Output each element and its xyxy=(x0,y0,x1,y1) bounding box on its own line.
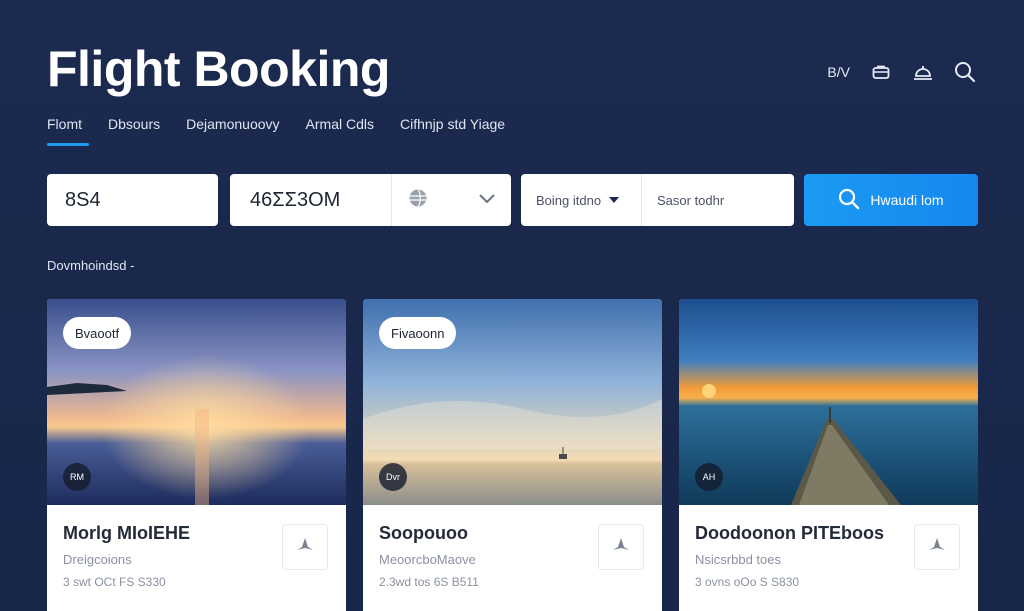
plane-icon xyxy=(928,537,946,558)
destination-photo: Bvaootf RM xyxy=(47,299,346,505)
tab-flights[interactable]: Flomt xyxy=(47,116,89,146)
card-price: 2.3wd tos 6S B511 xyxy=(379,575,479,589)
tab-bar: Flomt Dbsours Dejamonuoovy Armal Cdls Ci… xyxy=(47,116,531,146)
card-price: 3 ovns oOo S S830 xyxy=(695,575,800,589)
search-button-label: Hwaudi lom xyxy=(870,192,944,208)
destination-card[interactable]: Fivaoonn Dvr Soopouoo MeoorcboMaove 2.3w… xyxy=(363,299,662,611)
tab-4[interactable]: Armal Cdls xyxy=(306,116,374,146)
plane-button[interactable] xyxy=(282,524,328,570)
caret-down-icon xyxy=(609,197,620,203)
destination-photo: Fivaoonn Dvr xyxy=(363,299,662,505)
tab-5[interactable]: Cifhnjp std Yiage xyxy=(400,116,505,146)
travel-label: Boing itdno xyxy=(536,192,602,208)
chevron-down-icon[interactable] xyxy=(479,191,495,209)
page-title: Flight Booking xyxy=(47,41,390,97)
search-button[interactable]: Hwaudi lom xyxy=(804,174,978,226)
destination-tag: Bvaootf xyxy=(63,317,132,349)
card-price: 3 swt OCt FS S330 xyxy=(63,575,166,589)
from-field[interactable]: 8S4 xyxy=(47,174,218,226)
card-info: Morlg MIoIEHE Dreigcoions 3 swt OCt FS S… xyxy=(47,505,346,607)
from-value: 8S4 xyxy=(65,188,101,211)
destination-card[interactable]: AH Doodoonon PITEboos Nsicsrbbd toes 3 o… xyxy=(679,299,978,611)
destination-badge: RM xyxy=(63,463,91,491)
card-info: Doodoonon PITEboos Nsicsrbbd toes 3 ovns… xyxy=(679,505,978,607)
destination-card[interactable]: Bvaootf RM Morlg MIoIEHE Dreigcoions 3 s… xyxy=(47,299,346,611)
search-icon[interactable] xyxy=(954,60,976,84)
search-icon xyxy=(838,188,860,213)
card-info: Soopouoo MeoorcboMaove 2.3wd tos 6S B511 xyxy=(363,505,662,607)
travel-select[interactable]: Boing itdno xyxy=(521,174,642,226)
hotel-bell-icon[interactable] xyxy=(912,60,934,84)
destination-badge: AH xyxy=(695,463,723,491)
date-field[interactable]: 46ΣΣ3OM xyxy=(230,174,511,226)
tab-3[interactable]: Dejamonuoovy xyxy=(186,116,279,146)
class-select[interactable]: Sasor todhr xyxy=(642,193,724,208)
plane-icon xyxy=(612,537,630,558)
bag-icon[interactable] xyxy=(870,60,892,84)
plane-button[interactable] xyxy=(598,524,644,570)
date-value: 46ΣΣ3OM xyxy=(230,174,392,226)
section-heading: Dovmhoindsd - xyxy=(47,258,135,273)
tab-2[interactable]: Dbsours xyxy=(108,116,160,146)
date-extra[interactable] xyxy=(392,188,511,213)
globe-icon xyxy=(408,188,428,213)
plane-icon xyxy=(296,537,314,558)
destination-tag: Fivaoonn xyxy=(379,317,457,349)
destination-photo: AH xyxy=(679,299,978,505)
destination-badge: Dvr xyxy=(379,463,407,491)
currency-icon[interactable]: B/V xyxy=(827,60,850,84)
header-toolbar: B/V xyxy=(827,60,976,84)
plane-button[interactable] xyxy=(914,524,960,570)
travel-field[interactable]: Boing itdno Sasor todhr xyxy=(521,174,794,226)
